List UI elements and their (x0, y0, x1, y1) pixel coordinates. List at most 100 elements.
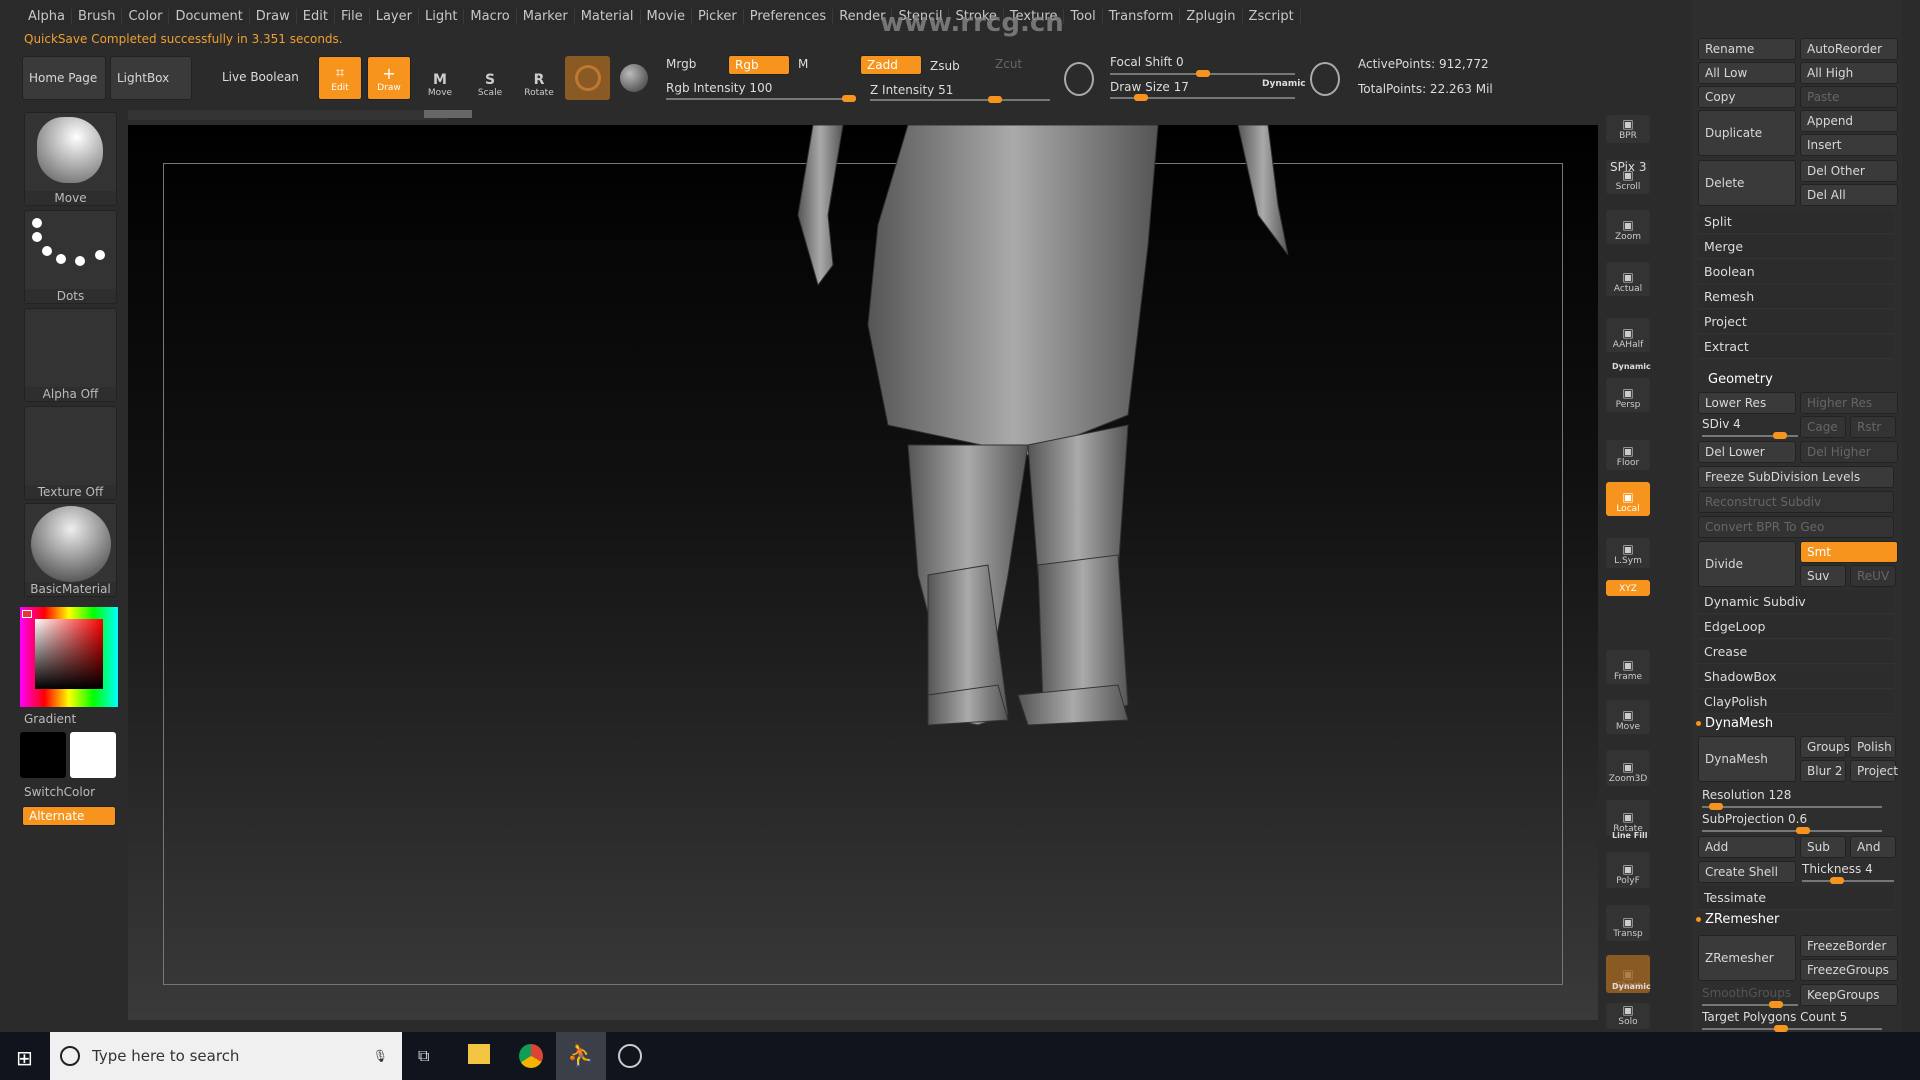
color-square[interactable] (35, 619, 103, 689)
brush-selector[interactable]: Move (24, 112, 117, 206)
geometry-crease-button[interactable]: Crease (1698, 640, 1894, 664)
texture-selector[interactable]: Texture Off (24, 406, 117, 500)
frame-button[interactable]: ▣ Frame (1606, 650, 1650, 684)
zremesher-freeze-groups-button[interactable]: FreezeGroups (1800, 959, 1898, 981)
aahalf-button[interactable]: ▣ AAHalf (1606, 318, 1650, 352)
geometry-claypolish-button[interactable]: ClayPolish (1698, 690, 1894, 714)
zsub-button[interactable]: Zsub (930, 59, 960, 73)
zremesher-keep-groups-button[interactable]: KeepGroups (1800, 984, 1898, 1006)
dynamesh-title-header[interactable]: DynaMesh (1696, 716, 1773, 731)
slider-knob[interactable] (842, 95, 856, 102)
menu-edit[interactable]: Edit (297, 8, 335, 24)
menu-alpha[interactable]: Alpha (22, 8, 72, 24)
menu-zplugin[interactable]: Zplugin (1180, 8, 1243, 24)
secondary-color-swatch[interactable] (20, 732, 66, 778)
canvas-scrollbar[interactable] (128, 110, 472, 120)
zcut-button[interactable]: Zcut (995, 57, 1022, 71)
subtool-all-high-button[interactable]: All High (1800, 62, 1898, 84)
subtool-del-all-button[interactable]: Del All (1800, 184, 1898, 206)
color-picker[interactable] (20, 607, 118, 707)
dynamesh-add-button[interactable]: Add (1698, 836, 1796, 858)
zoom-button[interactable]: ▣ Zoom (1606, 210, 1650, 244)
subtool-duplicate-button[interactable]: Duplicate (1698, 110, 1796, 156)
zremesher-button-button[interactable]: ZRemesher (1698, 935, 1796, 981)
subtool-paste-button[interactable]: Paste (1800, 86, 1898, 108)
menu-draw[interactable]: Draw (250, 8, 297, 24)
edit-button[interactable]: ⌗ Edit (318, 56, 362, 100)
canvas-viewport[interactable] (128, 125, 1598, 1020)
geometry-title-header[interactable]: Geometry (1708, 372, 1773, 387)
slider-knob[interactable] (1769, 1001, 1784, 1008)
subtool-delete-button[interactable]: Delete (1698, 160, 1796, 206)
geometry-edgeloop-button[interactable]: EdgeLoop (1698, 615, 1894, 639)
live-boolean-button[interactable]: Live Boolean (222, 70, 299, 84)
color-mode-button[interactable] (565, 56, 610, 100)
move-button[interactable]: ▣ Move (1606, 700, 1650, 734)
alpha-selector[interactable]: Alpha Off (24, 308, 117, 402)
transp-button[interactable]: ▣ Transp (1606, 905, 1650, 941)
move-button[interactable]: M Move (418, 58, 462, 100)
subtool-project-button[interactable]: Project (1698, 310, 1894, 334)
subtool-merge-button[interactable]: Merge (1698, 235, 1894, 259)
geometry-reuv-button[interactable]: ReUV (1850, 565, 1896, 587)
lightbox-button[interactable]: LightBox (110, 56, 192, 100)
focal-shift-slider[interactable] (1110, 70, 1295, 77)
slider-knob[interactable] (988, 96, 1002, 103)
zbrush-taskbar-icon[interactable]: ⛹ (556, 1032, 606, 1080)
geometry-cage-button[interactable]: Cage (1800, 416, 1846, 438)
search-input[interactable]: Type here to search (92, 1047, 239, 1065)
xyz-button[interactable]: XYZ (1606, 580, 1650, 596)
dynamic-button[interactable]: Dynamic (1262, 79, 1306, 89)
material-selector[interactable]: BasicMaterial (24, 503, 117, 597)
dynamesh-and-button[interactable]: And (1850, 836, 1896, 858)
rgb-intensity-slider[interactable] (666, 95, 856, 102)
menu-light[interactable]: Light (419, 8, 465, 24)
menu-layer[interactable]: Layer (370, 8, 419, 24)
geometry-shadowbox-button[interactable]: ShadowBox (1698, 665, 1894, 689)
geometry-del-lower-button[interactable]: Del Lower (1698, 441, 1796, 463)
menu-movie[interactable]: Movie (641, 8, 692, 24)
menu-file[interactable]: File (335, 8, 370, 24)
dynamesh-subprojection-slider[interactable] (1702, 827, 1882, 834)
zremesher-target-slider[interactable] (1702, 1025, 1882, 1032)
menu-zscript[interactable]: Zscript (1243, 8, 1301, 24)
subtool-autoreorder-button[interactable]: AutoReorder (1800, 38, 1898, 60)
draw-size-slider[interactable] (1110, 94, 1295, 101)
subtool-rename-button[interactable]: Rename (1698, 38, 1796, 60)
primary-color-swatch[interactable] (70, 732, 116, 778)
dynamesh-groups-button[interactable]: Groups (1800, 736, 1850, 758)
menu-preferences[interactable]: Preferences (744, 8, 834, 24)
scale-button[interactable]: S Scale (468, 58, 512, 100)
subtool-copy-button[interactable]: Copy (1698, 86, 1796, 108)
subtool-extract-button[interactable]: Extract (1698, 335, 1894, 359)
zremesher-freeze-border-button[interactable]: FreezeBorder (1800, 935, 1898, 957)
menu-transform[interactable]: Transform (1103, 8, 1181, 24)
alternate-button[interactable]: Alternate (22, 806, 116, 826)
task-view-icon[interactable]: ⧉ (418, 1046, 429, 1066)
dynamesh-thickness-slider[interactable] (1802, 877, 1894, 884)
home-page-button[interactable]: Home Page (22, 56, 106, 100)
zoom3d-button[interactable]: ▣ Zoom3D (1606, 750, 1650, 786)
menu-marker[interactable]: Marker (517, 8, 575, 24)
bpr-button[interactable]: ▣ BPR (1606, 115, 1650, 143)
rgb-button[interactable]: Rgb (728, 55, 790, 75)
floor-button[interactable]: ▣ Floor (1606, 440, 1650, 470)
subtool-split-button[interactable]: Split (1698, 210, 1894, 234)
subtool-append-button[interactable]: Append (1800, 110, 1898, 132)
stroke-selector[interactable]: Dots (24, 210, 117, 304)
polyf-button[interactable]: ▣ PolyF (1606, 852, 1650, 888)
focal-shift-icon[interactable] (1064, 62, 1094, 96)
windows-start-icon[interactable]: ⊞ (16, 1046, 33, 1070)
geometry-divide-button[interactable]: Divide (1698, 541, 1796, 587)
dynamesh-create-shell-button[interactable]: Create Shell (1698, 861, 1796, 883)
geometry-smt-button[interactable]: Smt (1800, 541, 1898, 563)
file-explorer-icon[interactable] (468, 1044, 490, 1064)
geometry-suv-button[interactable]: Suv (1800, 565, 1846, 587)
subtool-all-low-button[interactable]: All Low (1698, 62, 1796, 84)
dynamesh-blur-button[interactable]: Blur 2 (1800, 760, 1846, 782)
geometry-higher-res-button[interactable]: Higher Res (1800, 392, 1898, 414)
m-button[interactable]: M (798, 57, 808, 71)
slider-knob[interactable] (1774, 1025, 1788, 1032)
microphone-icon[interactable]: 🎙 (373, 1049, 388, 1063)
z-intensity-slider[interactable] (870, 96, 1050, 103)
